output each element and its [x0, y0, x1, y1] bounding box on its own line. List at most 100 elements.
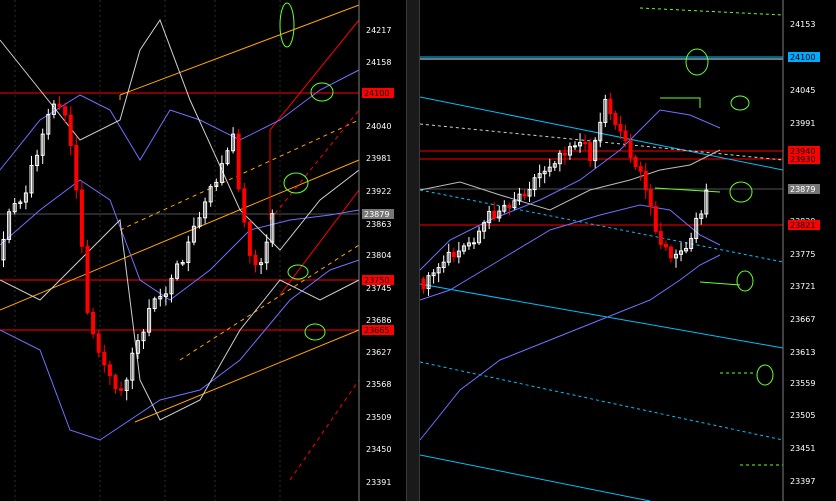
bear-candle — [628, 140, 633, 158]
bear-candle — [658, 230, 663, 245]
bull-candle — [472, 242, 476, 245]
bear-candle — [57, 103, 62, 108]
right-chart-window[interactable]: 24153 24045 23991 23937 23883 23829 2377… — [420, 0, 836, 501]
left-tick: 23450 — [366, 445, 391, 454]
price-badge-23930: 23930 — [788, 154, 820, 164]
bear-candle — [74, 145, 79, 191]
bear-candle — [236, 133, 241, 190]
bear-candle — [91, 311, 96, 335]
channel-red-mid — [269, 109, 360, 221]
bear-candle — [247, 221, 252, 256]
highlight-ellipse-23665 — [304, 323, 326, 341]
bear-candle — [588, 142, 593, 162]
channel-red-lower — [279, 189, 360, 296]
right-tick: 24045 — [790, 86, 815, 95]
svg-text:23879: 23879 — [790, 185, 815, 194]
bear-candle — [68, 114, 73, 147]
left-tick: 23922 — [366, 187, 391, 196]
channel-red-dash — [289, 379, 360, 481]
price-badge-23750: 23750 — [362, 275, 394, 285]
bear-candle — [421, 278, 426, 290]
left-tick: 23804 — [366, 251, 391, 260]
svg-text:23750: 23750 — [364, 276, 389, 285]
channel-red-upper — [269, 19, 360, 131]
bear-candle — [583, 142, 588, 145]
current-price-badge: 23879 — [788, 184, 820, 194]
bear-candle — [633, 156, 638, 168]
bear-candle — [253, 254, 258, 266]
window-splitter[interactable] — [406, 0, 420, 501]
highlight-ellipse-top — [730, 95, 750, 111]
left-tick: 24158 — [366, 58, 391, 67]
bear-candle — [79, 189, 84, 247]
trend-line-dash-mid — [420, 189, 784, 263]
bear-candle — [242, 188, 247, 223]
channel-orange-lower — [0, 159, 360, 311]
price-badge-24100: 24100 — [788, 52, 820, 62]
left-chart-window[interactable]: 24217 24158 24100 24040 23981 23922 2386… — [0, 0, 406, 501]
left-tick: 23686 — [366, 316, 391, 325]
bear-candle — [119, 388, 124, 391]
highlight-ellipse-24100 — [685, 48, 709, 76]
bear-candle — [663, 243, 668, 248]
band-lower — [420, 254, 721, 441]
svg-text:24100: 24100 — [790, 53, 815, 62]
bear-candle — [507, 204, 512, 209]
trend-line-dash-low — [420, 361, 784, 441]
bear-candle — [623, 130, 628, 142]
bear-candle — [107, 364, 112, 376]
left-tick: 23391 — [366, 478, 391, 487]
price-badge-23665: 23665 — [362, 325, 394, 335]
band-light-upper — [0, 18, 360, 251]
highlight-ellipse-23879 — [729, 181, 753, 203]
green-dash-top — [639, 7, 784, 16]
right-tick: 23721 — [790, 282, 815, 291]
price-badge-24100: 24100 — [362, 88, 394, 98]
trading-workspace: 24217 24158 24100 24040 23981 23922 2386… — [0, 0, 836, 501]
left-tick: 23863 — [366, 220, 391, 229]
left-tick: 23509 — [366, 413, 391, 422]
bear-candle — [618, 123, 623, 132]
right-chart-canvas[interactable]: 24153 24045 23991 23937 23883 23829 2377… — [420, 0, 836, 501]
green-marker-top — [660, 97, 701, 108]
bear-candle — [102, 351, 107, 366]
bear-candle — [608, 98, 613, 115]
bear-candle — [653, 206, 658, 232]
left-tick: 23981 — [366, 154, 391, 163]
bear-candle — [451, 251, 456, 258]
bear-candle — [613, 113, 618, 125]
bear-candle — [643, 170, 648, 191]
channel-orange-upper — [119, 4, 360, 96]
channel-orange-mid2 — [179, 244, 360, 361]
bear-candle — [492, 210, 497, 219]
left-tick: 23745 — [366, 284, 391, 293]
bear-candle — [562, 152, 567, 156]
svg-text:24100: 24100 — [364, 89, 389, 98]
bear-candle — [113, 374, 118, 390]
right-tick: 23559 — [790, 379, 815, 388]
bear-candle — [63, 106, 68, 116]
bull-candle — [573, 145, 577, 148]
right-tick: 23505 — [790, 411, 815, 420]
highlight-ellipse-23750 — [287, 264, 309, 280]
right-level-badges: 24100 23940 23930 23879 23821 — [788, 52, 820, 230]
svg-text:23665: 23665 — [364, 326, 389, 335]
highlight-ellipse-24100 — [310, 82, 334, 102]
price-badge-23821: 23821 — [788, 220, 820, 230]
left-tick: 23627 — [366, 348, 391, 357]
right-tick: 23451 — [790, 444, 815, 453]
right-candles — [421, 92, 709, 296]
trend-line-bottom — [420, 454, 651, 501]
bear-candle — [668, 246, 673, 259]
left-tick: 24217 — [366, 26, 391, 35]
current-price-badge: 23879 — [362, 209, 394, 219]
right-tick: 23667 — [790, 315, 815, 324]
right-tick: 24153 — [790, 20, 815, 29]
bear-candle — [96, 333, 101, 353]
bear-candle — [638, 166, 643, 172]
channel-orange-bottom — [134, 329, 360, 423]
bear-candle — [522, 193, 527, 197]
right-price-axis[interactable]: 24153 24045 23991 23937 23883 23829 2377… — [790, 20, 815, 486]
highlight-ellipse-23721 — [736, 270, 754, 292]
left-chart-canvas[interactable]: 24217 24158 24100 24040 23981 23922 2386… — [0, 0, 406, 501]
